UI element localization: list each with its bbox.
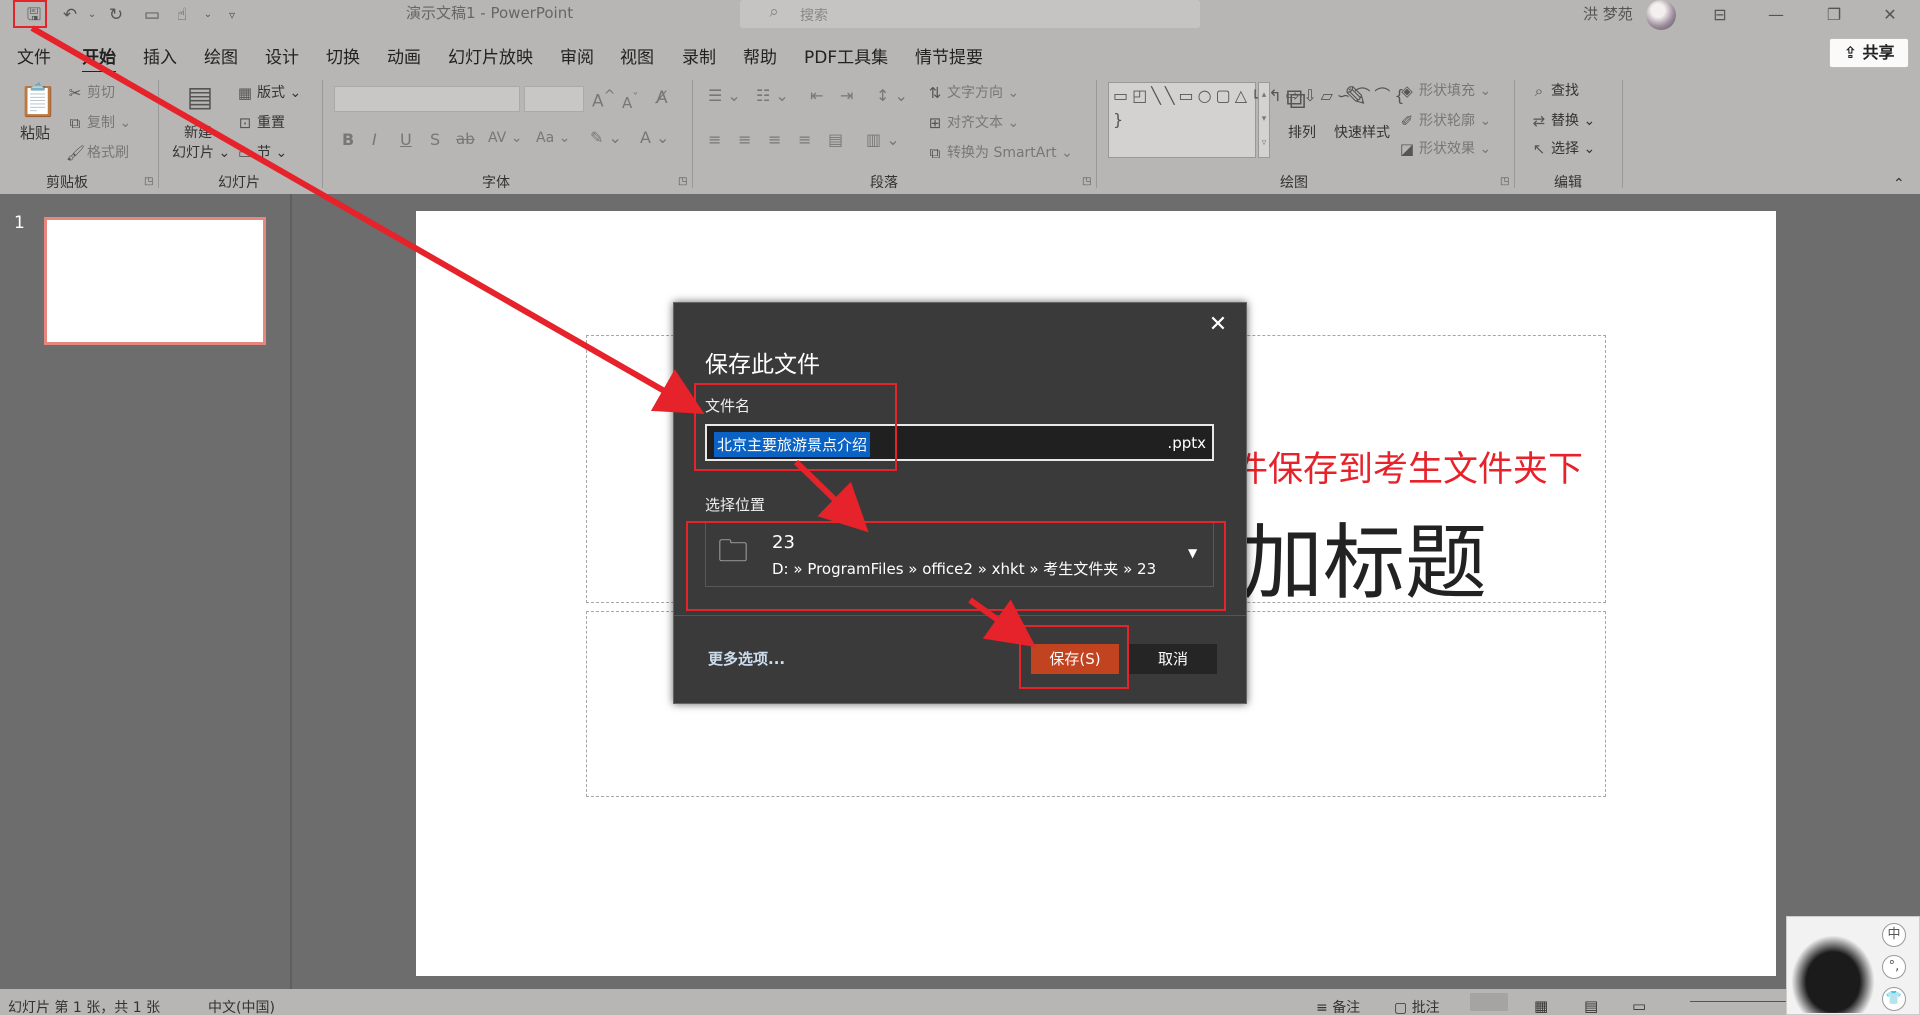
- slide-sorter-icon[interactable]: ▦: [1534, 997, 1548, 1015]
- slide-count: 幻灯片 第 1 张，共 1 张: [8, 1000, 161, 1015]
- ime-mode-button[interactable]: 中: [1882, 923, 1906, 947]
- ime-punct-button[interactable]: °,: [1882, 955, 1906, 979]
- arrow-filename-to-location: [793, 459, 869, 533]
- cat-mascot-icon: [1791, 935, 1875, 1013]
- arrow-location-to-save: [968, 597, 1036, 647]
- ime-widget: 中 °, 👕: [1786, 916, 1920, 1015]
- slideshow-view-icon[interactable]: ▭: [1632, 997, 1646, 1015]
- comments-label: 批注: [1411, 1000, 1440, 1015]
- arrow-save-to-filename: [30, 25, 705, 414]
- language-indicator[interactable]: 中文(中国): [208, 997, 275, 1015]
- normal-view-button[interactable]: [1470, 993, 1508, 1011]
- reading-view-icon[interactable]: ▤: [1584, 997, 1598, 1015]
- annotation-arrows: [30, 25, 1036, 647]
- status-bar: 幻灯片 第 1 张，共 1 张 中文(中国) ≡ 备注 ▢ 批注 ▦ ▤ ▭: [0, 989, 1920, 1015]
- notes-button[interactable]: ≡ 备注: [1316, 997, 1360, 1015]
- comments-button[interactable]: ▢ 批注: [1394, 997, 1440, 1015]
- notes-label: 备注: [1332, 1000, 1361, 1015]
- zoom-slider[interactable]: [1690, 1001, 1800, 1002]
- ime-skin-icon[interactable]: 👕: [1882, 987, 1906, 1011]
